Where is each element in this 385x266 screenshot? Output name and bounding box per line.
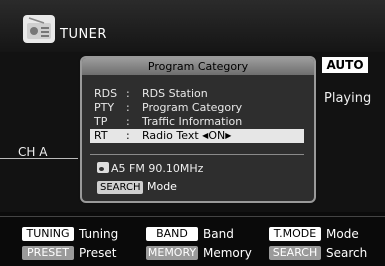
menu-item-value: Traffic Information [142,115,243,128]
preset-key[interactable]: PRESET [22,246,74,260]
menu-item-key: RDS [94,87,118,100]
mode-label: Mode [326,227,359,241]
menu-item-tp[interactable]: TP : Traffic Information [90,115,304,129]
menu-item-key: RT [94,129,108,142]
station-info: A5 FM 90.10MHz [97,162,203,175]
station-text: A5 FM 90.10MHz [111,162,204,175]
tuning-label: Tuning [79,227,119,241]
tmode-key[interactable]: T.MODE [269,227,321,241]
playing-status: Playing [324,91,372,106]
app-title: TUNER [60,27,107,42]
menu-item-separator: : [126,87,130,100]
band-key[interactable]: BAND [146,227,198,241]
tuner-screen: TUNER AUTO Playing CH A Program Category… [0,0,385,266]
menu-item-value: Program Category [142,101,243,114]
radio-icon [97,162,109,173]
menu-item-key: PTY [94,101,115,114]
search-key[interactable]: SEARCH [97,181,144,194]
menu-item-pty[interactable]: PTY : Program Category [90,101,304,115]
memory-label: Memory [203,246,252,260]
dialog-divider [90,154,304,155]
menu-item-rds[interactable]: RDS : RDS Station [90,87,304,101]
search-mode-row: SEARCH Mode [97,180,177,194]
right-arrow-icon[interactable]: ▶ [225,131,231,140]
menu-item-separator: : [126,115,130,128]
search-label: Search [326,246,368,260]
channel-underline [0,158,85,159]
program-category-dialog: Program Category RDS : RDS Station PTY :… [80,56,316,203]
menu-item-value: Radio Text ◀ON▶ [142,129,231,143]
memory-key[interactable]: MEMORY [146,246,198,260]
menu-item-value: RDS Station [142,87,208,100]
menu-item-rt[interactable]: RT : Radio Text ◀ON▶ [90,129,304,143]
dialog-title: Program Category [82,58,314,75]
top-bar: TUNER [0,0,385,53]
band-label: Band [203,227,234,241]
search-key[interactable]: SEARCH [269,246,321,260]
radio-icon [23,15,55,43]
menu-item-separator: : [126,101,130,114]
search-mode-label: Mode [146,180,177,193]
menu-item-key: TP [94,115,108,128]
key-guide: TUNING Tuning BAND Band T.MODE Mode PRES… [0,216,385,266]
auto-badge: AUTO [322,57,368,73]
rds-menu: RDS : RDS Station PTY : Program Category… [90,87,304,143]
preset-label: Preset [79,246,117,260]
radio-text-label: Radio Text [142,129,199,142]
tuning-key[interactable]: TUNING [22,227,74,241]
option-value: ON [208,129,226,142]
menu-item-separator: : [126,129,130,142]
channel-label: CH A [18,145,48,159]
